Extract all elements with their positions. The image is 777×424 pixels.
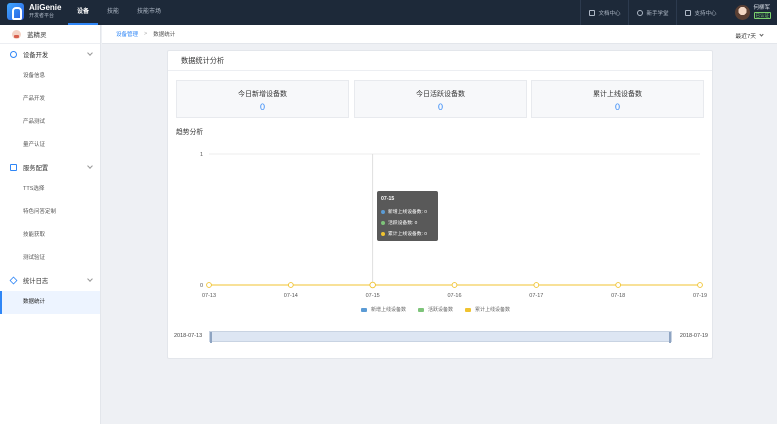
device-name: 蓝精灵 bbox=[27, 32, 47, 39]
legend-item-active[interactable]: 活跃设备数 bbox=[418, 306, 453, 313]
tooltip-row: 活跃设备数: 0 bbox=[381, 217, 434, 228]
chart-legend: 新增上线设备数 活跃设备数 累计上线设备数 bbox=[361, 306, 522, 313]
x-tick-label: 07-15 bbox=[366, 293, 380, 299]
sidebar-item-custom-qa[interactable]: 特色问答定制 bbox=[0, 201, 100, 224]
legend-swatch bbox=[361, 307, 367, 312]
brand-title: AliGenie bbox=[29, 2, 62, 12]
legend-swatch bbox=[418, 307, 425, 312]
device-avatar-icon bbox=[12, 29, 21, 39]
legend-item-total[interactable]: 累计上线设备数 bbox=[465, 306, 510, 313]
send-icon bbox=[9, 276, 18, 285]
brand-subtitle: 开发者平台 bbox=[29, 12, 55, 19]
series-dot-icon bbox=[381, 231, 385, 236]
support-link[interactable]: 支持中心 bbox=[676, 0, 724, 25]
chevron-down-icon bbox=[87, 163, 93, 169]
x-tick-label: 07-13 bbox=[202, 293, 216, 299]
data-point bbox=[206, 282, 212, 288]
legend-item-new[interactable]: 新增上线设备数 bbox=[361, 306, 406, 313]
top-bar: AliGenie 开发者平台 设备 技能 技能市场 文档中心 新手学堂 支持中心… bbox=[0, 0, 777, 25]
breadcrumb-separator: > bbox=[144, 31, 148, 37]
breadcrumb-current: 数据统计 bbox=[153, 32, 176, 38]
date-range-slider: 2018-07-13 2018-07-19 bbox=[174, 331, 708, 343]
sidebar-item-tts[interactable]: TTS选择 bbox=[0, 178, 100, 201]
sidebar-item-data-stats[interactable]: 数据统计 bbox=[0, 291, 100, 314]
sidebar-item-mass-cert[interactable]: 量产认证 bbox=[0, 134, 100, 157]
tooltip-row-text: 新增上线设备数: 0 bbox=[388, 210, 427, 215]
brand-logo[interactable]: AliGenie 开发者平台 bbox=[7, 3, 61, 20]
breadcrumb: 设备管理 > 数据统计 最近7天 bbox=[102, 25, 777, 44]
chevron-down-icon bbox=[87, 50, 93, 56]
legend-label: 新增上线设备数 bbox=[371, 307, 407, 313]
sidebar: 蓝精灵 设备开发 设备信息 产品开发 产品测试 量产认证 服务配置 TTS选择 … bbox=[0, 25, 101, 424]
series-dot-icon bbox=[381, 209, 385, 214]
device-header[interactable]: 蓝精灵 bbox=[0, 25, 100, 44]
sidebar-group-label: 设备开发 bbox=[23, 52, 49, 59]
x-tick-label: 07-14 bbox=[284, 293, 298, 299]
legend-label: 累计上线设备数 bbox=[475, 307, 511, 313]
data-point bbox=[697, 282, 703, 288]
slider-handle-left[interactable] bbox=[210, 332, 212, 343]
main-nav: 设备 技能 技能市场 bbox=[68, 0, 170, 25]
compass-icon bbox=[637, 9, 644, 16]
monitor-icon bbox=[10, 164, 17, 171]
docs-link-label: 文档中心 bbox=[598, 10, 621, 17]
sidebar-item-test-verify[interactable]: 测试验证 bbox=[0, 247, 100, 270]
slider-end-date: 2018-07-19 bbox=[679, 333, 708, 339]
sidebar-group-device-dev[interactable]: 设备开发 bbox=[0, 44, 100, 65]
data-point bbox=[451, 282, 458, 288]
docs-link[interactable]: 文档中心 bbox=[580, 0, 628, 25]
globe-icon bbox=[10, 51, 17, 58]
sidebar-item-product-dev[interactable]: 产品开发 bbox=[0, 88, 100, 111]
legend-label: 活跃设备数 bbox=[428, 307, 454, 313]
tooltip-date: 07-15 bbox=[381, 196, 395, 202]
stats-panel: 数据统计分析 今日新增设备数 0 今日活跃设备数 0 累计上线设备数 0 趋势分… bbox=[167, 50, 713, 359]
data-point bbox=[287, 282, 294, 288]
tutorial-link-label: 新手学堂 bbox=[646, 10, 669, 17]
data-point bbox=[615, 282, 622, 288]
tooltip-row: 累计上线设备数: 0 bbox=[381, 228, 434, 239]
series-dot-icon bbox=[381, 220, 385, 225]
document-icon bbox=[589, 9, 596, 16]
verified-badge: 已认证 bbox=[753, 12, 771, 19]
slider-track[interactable] bbox=[209, 331, 672, 343]
tooltip-row: 新增上线设备数: 0 bbox=[381, 206, 434, 217]
x-tick-label: 07-19 bbox=[693, 293, 707, 299]
y-tick-label: 0 bbox=[200, 283, 203, 289]
legend-swatch bbox=[465, 307, 472, 312]
nav-skill[interactable]: 技能 bbox=[98, 0, 128, 25]
sidebar-group-stats-log[interactable]: 统计日志 bbox=[0, 270, 100, 291]
nav-skill-market[interactable]: 技能市场 bbox=[128, 0, 170, 25]
support-link-label: 支持中心 bbox=[694, 10, 717, 17]
x-tick-label: 07-16 bbox=[447, 293, 461, 299]
tutorial-link[interactable]: 新手学堂 bbox=[628, 0, 676, 25]
slider-start-date: 2018-07-13 bbox=[174, 333, 203, 339]
y-tick-label: 1 bbox=[200, 152, 203, 158]
slider-handle-right[interactable] bbox=[669, 332, 671, 343]
avatar[interactable] bbox=[734, 5, 750, 20]
date-range-select[interactable]: 最近7天 bbox=[735, 31, 764, 40]
user-name[interactable]: 何柳军 bbox=[754, 5, 772, 12]
sidebar-group-label: 服务配置 bbox=[23, 165, 49, 172]
x-tick-label: 07-17 bbox=[529, 293, 543, 299]
sidebar-item-product-test[interactable]: 产品测试 bbox=[0, 111, 100, 134]
tooltip-row-text: 活跃设备数: 0 bbox=[388, 221, 418, 226]
trend-line-chart[interactable]: 0 1 07-13 07-14 07-15 07-16 07-17 07-18 07-19 bbox=[168, 51, 714, 311]
data-point bbox=[369, 281, 376, 289]
date-range-value: 最近7天 bbox=[735, 34, 756, 40]
sidebar-group-service-config[interactable]: 服务配置 bbox=[0, 157, 100, 178]
chevron-down-icon bbox=[759, 32, 764, 37]
chevron-down-icon bbox=[87, 276, 93, 282]
sidebar-group-label: 统计日志 bbox=[23, 278, 49, 285]
sidebar-item-device-info[interactable]: 设备信息 bbox=[0, 65, 100, 88]
data-point bbox=[533, 282, 540, 288]
breadcrumb-parent-link[interactable]: 设备管理 bbox=[116, 30, 138, 38]
sidebar-item-skill-get[interactable]: 技能获取 bbox=[0, 224, 100, 247]
chart-tooltip: 07-15 新增上线设备数: 0 活跃设备数: 0 累计上线设备数: 0 bbox=[377, 191, 438, 241]
aligenie-logo-icon bbox=[7, 3, 24, 20]
tooltip-row-text: 累计上线设备数: 0 bbox=[388, 232, 427, 237]
x-tick-label: 07-18 bbox=[611, 293, 625, 299]
nav-device[interactable]: 设备 bbox=[68, 0, 99, 25]
support-icon bbox=[685, 9, 692, 16]
